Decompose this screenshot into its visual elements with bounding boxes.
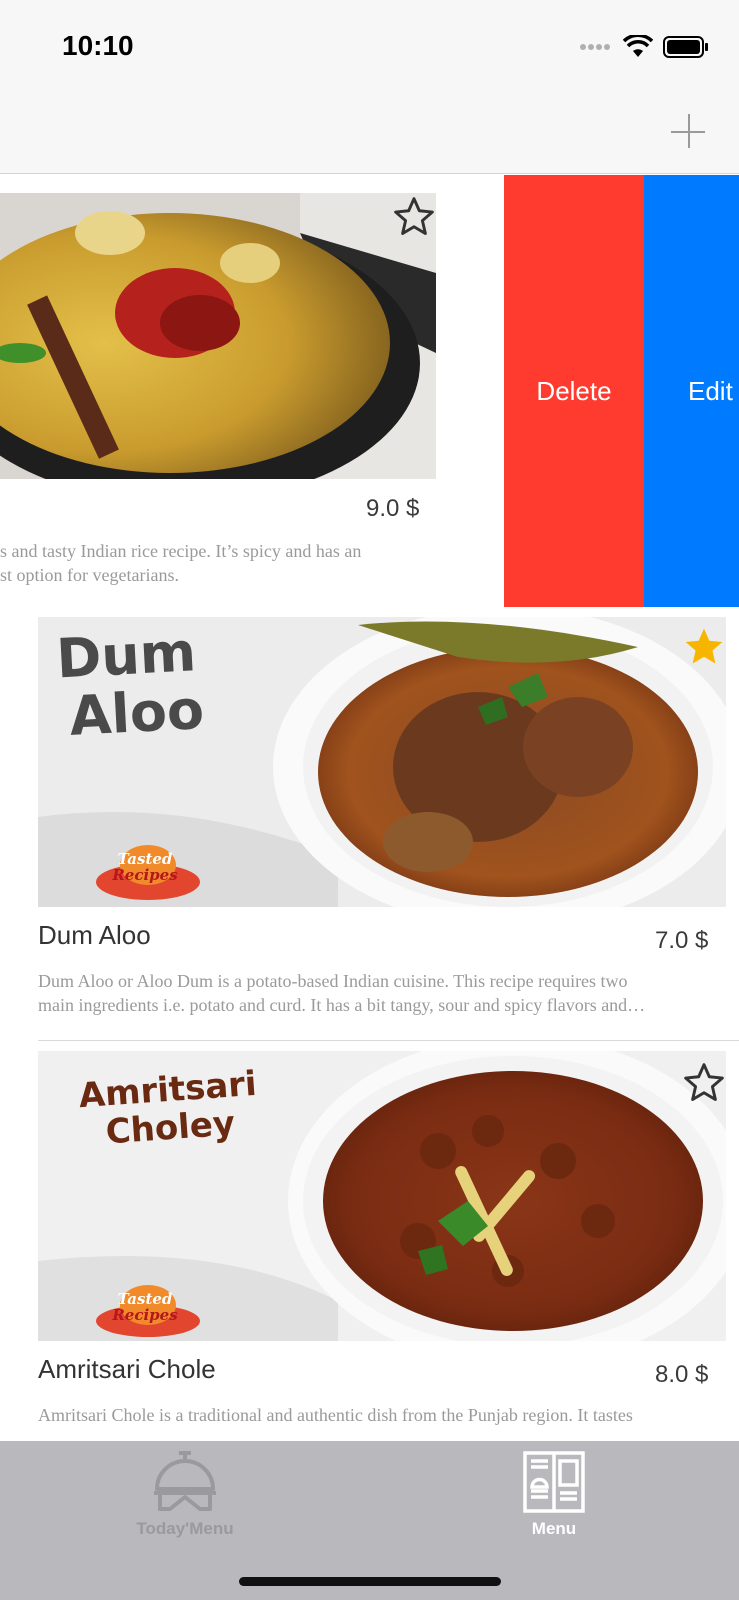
cloche-icon [154,1451,216,1511]
tab-todays-menu[interactable]: Today'Menu [95,1449,275,1545]
tab-menu-label: Menu [531,1519,577,1538]
dish-name: Amritsari Chole [38,1354,216,1384]
dish-price: 9.0 $ [366,495,420,522]
image-title-text: Amritsari Choley [77,1063,258,1153]
star-outline-icon[interactable] [392,195,436,239]
home-indicator [239,1577,501,1586]
battery-icon [663,36,708,58]
status-time: 10:10 [62,30,134,61]
status-bar: 10:10 [0,0,739,92]
delete-button[interactable]: Delete [504,175,644,607]
navigation-bar [0,92,739,174]
dish-price: 8.0 $ [655,1361,709,1388]
tasted-recipes-logo: Tasted Recipes [112,1290,178,1324]
tab-menu[interactable]: Menu [464,1449,644,1545]
dish-name: Dum Aloo [38,920,151,950]
edit-button[interactable]: Edit [644,175,739,607]
image-title-text: Dum Aloo [54,620,206,748]
dish-description: s and tasty Indian rice recipe. It’s spi… [0,541,362,585]
edit-label: Edit [688,375,733,406]
dish-list[interactable]: 9.0 $ s and tasty Indian rice recipe. It… [0,175,739,1441]
tab-todays-menu-label: Today'Menu [136,1519,234,1538]
star-outline-icon[interactable] [682,1061,726,1105]
dish-row-swiped[interactable]: 9.0 $ s and tasty Indian rice recipe. It… [0,175,739,607]
status-icons [579,34,709,60]
dish-image [0,193,436,479]
delete-label: Delete [536,375,612,406]
dish-price: 7.0 $ [655,927,709,954]
signal-icon [580,44,610,50]
dish-row-content[interactable]: 9.0 $ s and tasty Indian rice recipe. It… [0,175,504,607]
dish-description: Amritsari Chole is a traditional and aut… [38,1405,633,1425]
tasted-recipes-logo: Tasted Recipes [112,850,178,884]
add-dish-button[interactable] [669,112,709,152]
star-filled-icon[interactable] [682,625,726,669]
wifi-icon [623,35,653,57]
menu-book-icon [523,1451,585,1513]
dish-row[interactable]: Dum Aloo Tasted Recipes Dum Aloo 7.0 $ D… [0,607,739,1041]
dish-row[interactable]: Amritsari Choley Tasted Recipes Amritsar… [0,1041,739,1441]
tab-bar: Today'Menu Menu [0,1441,739,1600]
dish-description: Dum Aloo or Aloo Dum is a potato-based I… [38,971,646,1015]
